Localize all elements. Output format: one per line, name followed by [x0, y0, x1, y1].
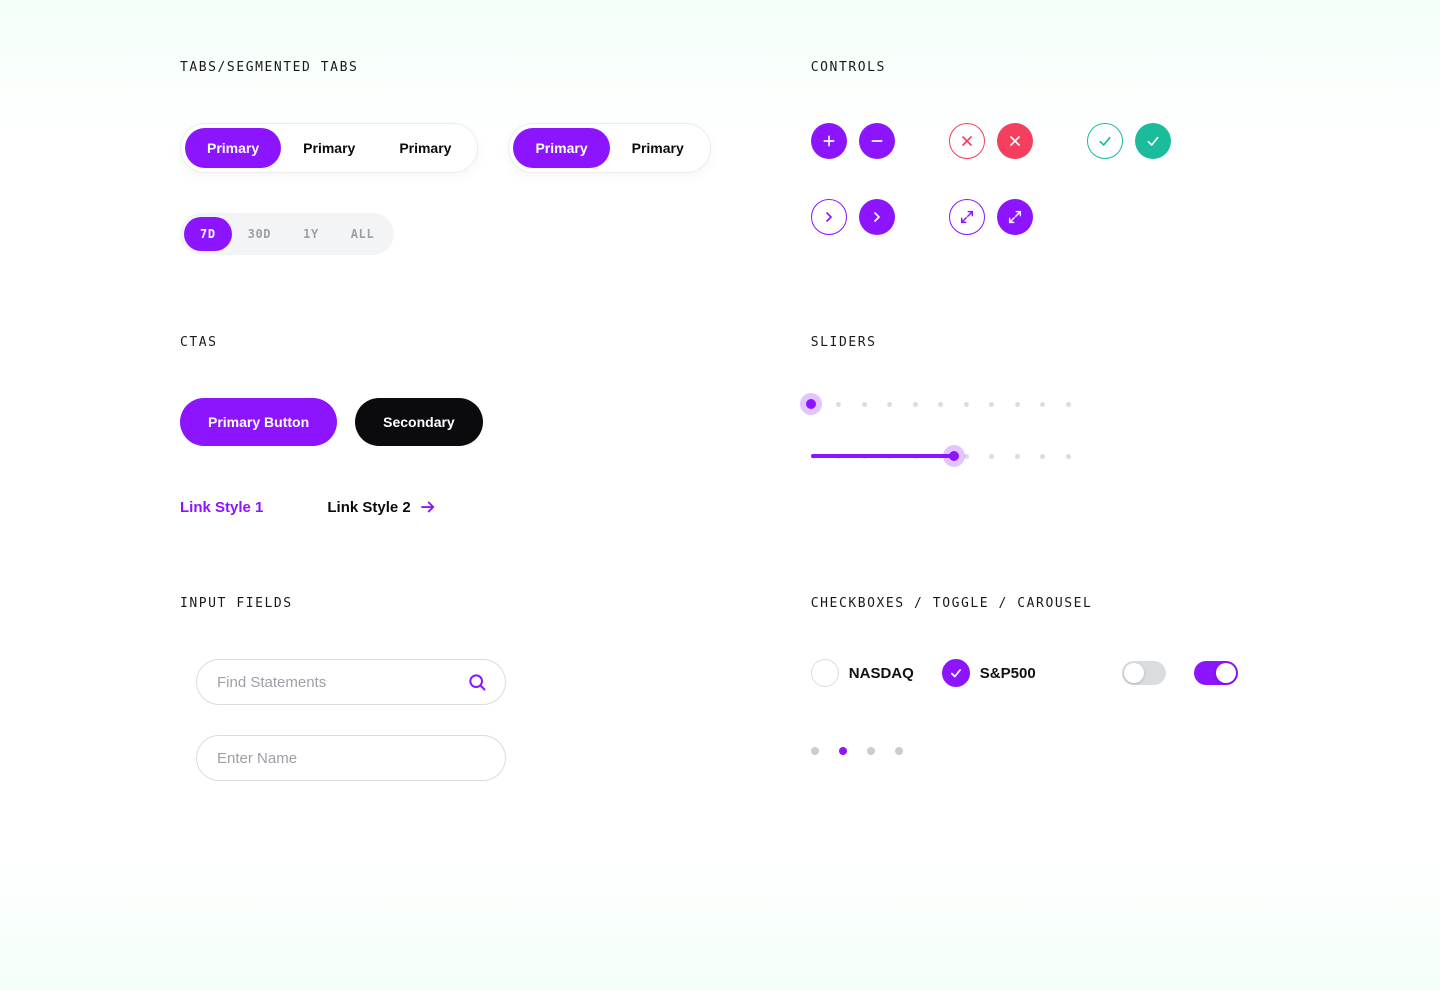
controls-heading: CONTROLS [811, 60, 1260, 75]
segmented-tabs-3: Primary Primary Primary [180, 123, 478, 173]
add-button[interactable] [811, 123, 847, 159]
expand-filled-button[interactable] [997, 199, 1033, 235]
search-input[interactable] [215, 673, 467, 692]
carousel-dot-4[interactable] [895, 747, 903, 755]
confirm-outline-button[interactable] [1087, 123, 1123, 159]
check-icon [949, 666, 963, 680]
search-input-wrap [196, 659, 506, 705]
time-tab-7d[interactable]: 7D [184, 217, 232, 251]
link-style-2[interactable]: Link Style 2 [327, 498, 436, 516]
checkbox-sp500-label: S&P500 [980, 665, 1036, 682]
seg2-tab-2[interactable]: Primary [610, 128, 706, 168]
name-input-wrap [196, 735, 506, 781]
x-icon [1007, 133, 1023, 149]
expand-icon [1007, 209, 1023, 225]
carousel-dot-3[interactable] [867, 747, 875, 755]
chevron-right-icon [821, 209, 837, 225]
checkbox-nasdaq[interactable]: NASDAQ [811, 659, 914, 687]
ctas-heading: CTAS [180, 335, 711, 350]
slider-2-thumb[interactable] [943, 445, 965, 467]
chevron-right-icon [869, 209, 885, 225]
toggle-2[interactable] [1194, 661, 1238, 685]
carousel-dots [811, 747, 1260, 755]
section-controls: CONTROLS [811, 60, 1260, 255]
carousel-dot-1[interactable] [811, 747, 819, 755]
seg2-tab-1[interactable]: Primary [513, 128, 609, 168]
confirm-filled-button[interactable] [1135, 123, 1171, 159]
checks-heading: CHECKBOXES / TOGGLE / CAROUSEL [811, 596, 1260, 611]
inputs-heading: INPUT FIELDS [180, 596, 711, 611]
segmented-tabs-2: Primary Primary [508, 123, 710, 173]
seg3-tab-2[interactable]: Primary [281, 128, 377, 168]
time-tab-30d[interactable]: 30D [232, 217, 287, 251]
next-filled-button[interactable] [859, 199, 895, 235]
close-outline-button[interactable] [949, 123, 985, 159]
x-icon [959, 133, 975, 149]
expand-icon [959, 209, 975, 225]
time-tab-1y[interactable]: 1Y [287, 217, 335, 251]
time-range-tabs: 7D 30D 1Y ALL [180, 213, 394, 255]
name-input[interactable] [215, 749, 487, 768]
sliders-heading: SLIDERS [811, 335, 1260, 350]
slider-1[interactable] [811, 398, 1071, 410]
primary-button[interactable]: Primary Button [180, 398, 337, 446]
remove-button[interactable] [859, 123, 895, 159]
check-icon [1145, 133, 1161, 149]
seg3-tab-3[interactable]: Primary [377, 128, 473, 168]
plus-icon [821, 133, 837, 149]
minus-icon [869, 133, 885, 149]
checkbox-nasdaq-label: NASDAQ [849, 665, 914, 682]
next-outline-button[interactable] [811, 199, 847, 235]
seg3-tab-1[interactable]: Primary [185, 128, 281, 168]
close-filled-button[interactable] [997, 123, 1033, 159]
section-tabs: TABS/SEGMENTED TABS Primary Primary Prim… [180, 60, 711, 255]
section-checks: CHECKBOXES / TOGGLE / CAROUSEL NASDAQ S&… [811, 596, 1260, 781]
time-tab-all[interactable]: ALL [335, 217, 390, 251]
section-ctas: CTAS Primary Button Secondary Link Style… [180, 335, 711, 516]
section-inputs: INPUT FIELDS [180, 596, 711, 781]
link-style-2-label: Link Style 2 [327, 499, 410, 516]
check-icon [1097, 133, 1113, 149]
link-style-1[interactable]: Link Style 1 [180, 499, 263, 516]
secondary-button[interactable]: Secondary [355, 398, 483, 446]
toggle-1[interactable] [1122, 661, 1166, 685]
slider-1-thumb[interactable] [800, 393, 822, 415]
arrow-right-icon [419, 498, 437, 516]
checkbox-sp500[interactable]: S&P500 [942, 659, 1036, 687]
section-sliders: SLIDERS [811, 335, 1260, 516]
tabs-heading: TABS/SEGMENTED TABS [180, 60, 711, 75]
carousel-dot-2[interactable] [839, 747, 847, 755]
slider-2[interactable] [811, 450, 1071, 462]
search-icon[interactable] [467, 672, 487, 692]
expand-outline-button[interactable] [949, 199, 985, 235]
